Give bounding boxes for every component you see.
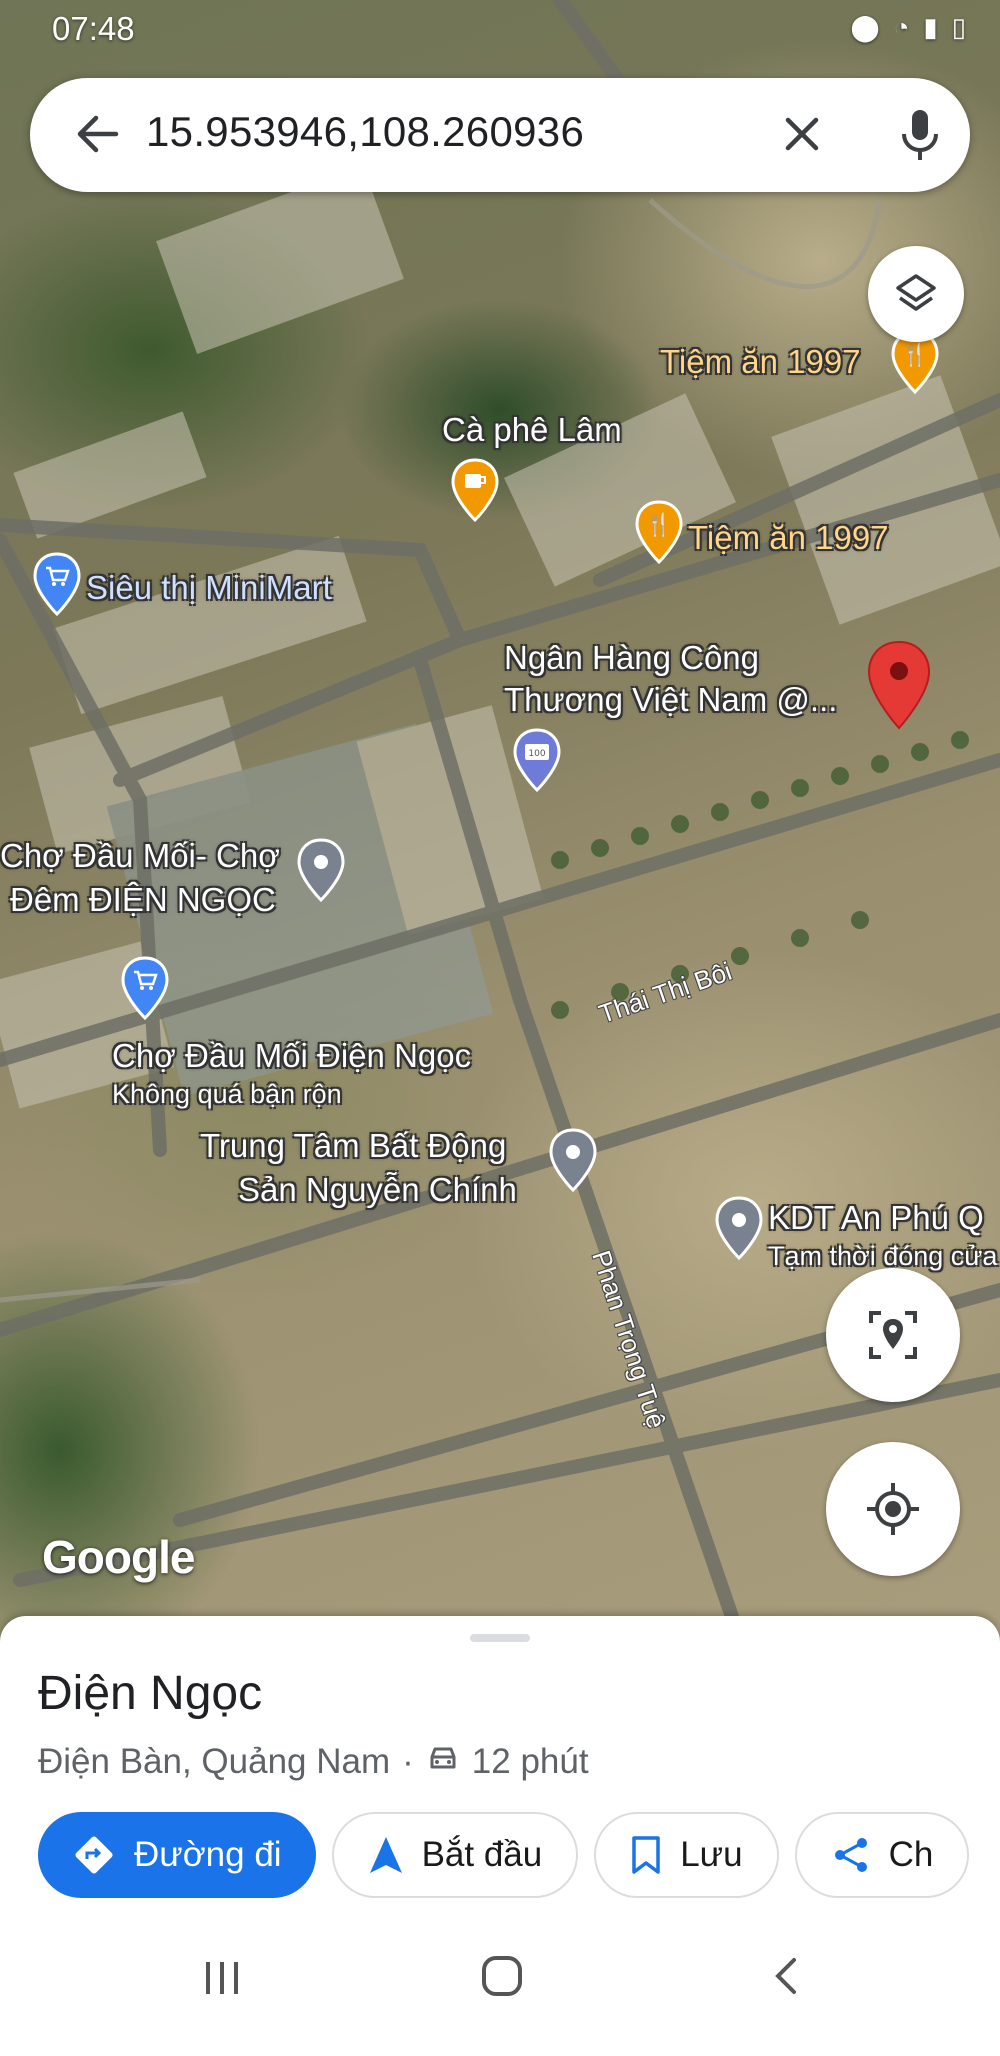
street-view-icon	[869, 1311, 917, 1359]
recent-apps-icon[interactable]	[202, 1958, 242, 2003]
battery-icon: ▯	[951, 12, 966, 42]
back-icon[interactable]	[766, 1956, 806, 2001]
poi-label-market-night-line1[interactable]: Chợ Đầu Mối- Chợ	[0, 836, 280, 876]
poi-status-wholesale-market: Không quá bận rộn	[112, 1079, 342, 1109]
action-buttons: Đường đi Bắt đầu Lưu Ch	[38, 1812, 970, 1898]
start-label: Bắt đầu	[421, 1835, 543, 1874]
place-subtitle: Điện Bàn, Quảng Nam · 12 phút	[38, 1742, 589, 1782]
separator-dot: ·	[402, 1742, 414, 1781]
poi-status-kdt: Tạm thời đóng cửa	[768, 1241, 998, 1271]
place-title: Điện Ngọc	[38, 1667, 263, 1720]
location-icon: ⬤	[850, 12, 880, 42]
share-label: Ch	[888, 1835, 934, 1874]
back-arrow-icon[interactable]	[70, 106, 126, 162]
directions-icon	[75, 1836, 113, 1874]
poi-label-bank-line1[interactable]: Ngân Hàng Công	[504, 638, 759, 678]
poi-label-real-estate-line1[interactable]: Trung Tâm Bất Động	[200, 1126, 506, 1166]
street-view-button[interactable]	[826, 1268, 960, 1402]
poi-label-market-night-line2[interactable]: Đêm ĐIỆN NGỌC	[10, 880, 276, 920]
status-time: 07:48	[52, 10, 135, 47]
poi-label-cafe[interactable]: Cà phê Lâm	[442, 410, 622, 450]
poi-label-real-estate-line2[interactable]: Sản Nguyễn Chính	[238, 1170, 517, 1210]
poi-label-restaurant-1[interactable]: Tiệm ăn 1997	[660, 342, 861, 382]
directions-button[interactable]: Đường đi	[38, 1812, 316, 1898]
microphone-icon[interactable]	[890, 102, 950, 166]
signal-icon: ▮	[923, 12, 938, 42]
layers-icon	[896, 274, 936, 311]
satellite-map[interactable]: 🍴 Tiệm ăn 1997 Cà phê Lâm 🍴 Tiệm ăn 1997…	[0, 0, 1000, 1640]
status-icons: ⬤ ◔ ▮ ▯	[851, 12, 966, 43]
google-attribution: Google	[42, 1531, 195, 1583]
save-label: Lưu	[680, 1835, 743, 1874]
poi-label-wholesale-market[interactable]: Chợ Đầu Mối Điện Ngọc	[112, 1036, 471, 1076]
close-icon[interactable]	[774, 106, 830, 162]
poi-label-bank-line2[interactable]: Thương Việt Nam @...	[504, 680, 837, 720]
start-button[interactable]: Bắt đầu	[331, 1812, 579, 1898]
svg-text:🍴: 🍴	[901, 342, 928, 368]
layers-button[interactable]	[868, 246, 964, 342]
search-input[interactable]: 15.953946,108.260936	[146, 108, 584, 156]
bookmark-icon	[632, 1836, 660, 1874]
map-roads-layer	[0, 0, 1000, 1640]
car-icon	[426, 1742, 460, 1782]
drive-time: 12 phút	[471, 1742, 589, 1781]
drag-handle[interactable]	[470, 1634, 530, 1642]
wifi-icon: ◔	[893, 12, 910, 42]
navigation-arrow-icon	[369, 1837, 402, 1873]
home-icon[interactable]	[480, 1954, 524, 2003]
save-button[interactable]: Lưu	[594, 1812, 779, 1898]
svg-text:🍴: 🍴	[645, 512, 672, 538]
share-button[interactable]: Ch	[794, 1812, 970, 1898]
system-navigation-bar	[0, 1920, 1000, 2056]
poi-label-minimart[interactable]: Siêu thị MiniMart	[86, 568, 332, 608]
place-region: Điện Bàn, Quảng Nam	[38, 1742, 391, 1781]
search-bar[interactable]: 15.953946,108.260936	[30, 78, 970, 192]
svg-text:100: 100	[528, 749, 545, 759]
poi-label-restaurant-2[interactable]: Tiệm ăn 1997	[688, 518, 889, 558]
crosshair-icon	[867, 1483, 919, 1535]
my-location-button[interactable]	[826, 1442, 960, 1576]
share-icon	[834, 1838, 867, 1872]
poi-label-kdt[interactable]: KDT An Phú Q	[768, 1198, 984, 1238]
directions-label: Đường đi	[134, 1835, 282, 1874]
